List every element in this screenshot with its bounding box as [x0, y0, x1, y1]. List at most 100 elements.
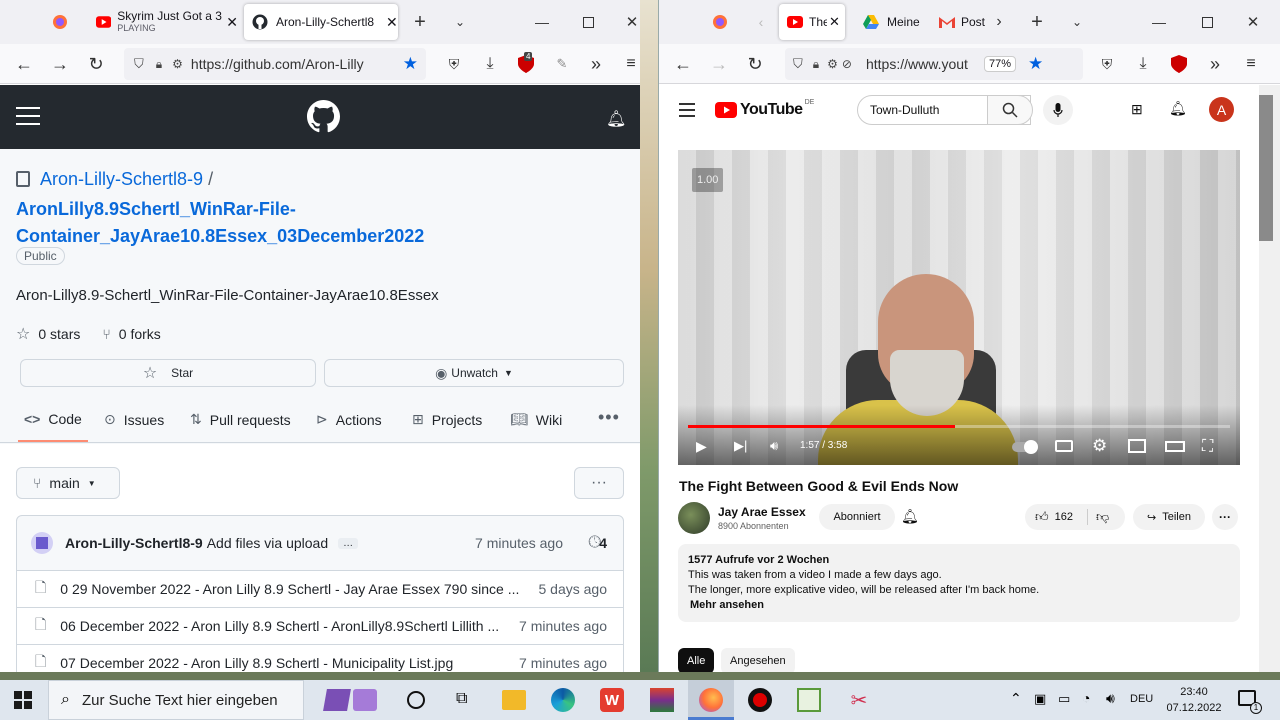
- app-menu-icon[interactable]: ≡: [622, 54, 640, 74]
- url-text[interactable]: https://www.yout: [866, 56, 976, 72]
- battery-icon[interactable]: ▭: [1058, 691, 1070, 707]
- new-tab-icon[interactable]: +: [1027, 4, 1047, 40]
- show-more-link[interactable]: Mehr ansehen: [690, 598, 1230, 613]
- branch-select-button[interactable]: ⑂ main ▼: [16, 467, 120, 499]
- chip-all[interactable]: Alle: [678, 648, 715, 672]
- share-button[interactable]: ↪ Teilen: [1133, 504, 1205, 530]
- downloads-icon[interactable]: ⤓: [480, 54, 500, 74]
- file-row[interactable]: 🗋︎ 07 December 2022 - Aron Lilly 8.9 Sch…: [16, 645, 624, 672]
- stars-count-link[interactable]: 0 stars: [38, 326, 80, 342]
- commit-author-link[interactable]: Aron-Lilly-Schertl8-9: [65, 535, 203, 551]
- tab-projects[interactable]: ⊞ Projects: [412, 411, 482, 428]
- more-nav-icon[interactable]: •••: [598, 407, 620, 428]
- file-name-link[interactable]: 0 29 November 2022 - Aron Lilly 8.9 Sche…: [60, 581, 519, 597]
- tab-pull-requests[interactable]: ⇅ Pull requests: [190, 411, 291, 428]
- subtitles-icon[interactable]: [1055, 440, 1073, 452]
- shield-icon[interactable]: ⛉: [793, 56, 803, 72]
- progress-bar[interactable]: [688, 425, 1230, 428]
- close-tab-icon[interactable]: ✕: [386, 14, 398, 31]
- clock[interactable]: 23:40 07.12.2022: [1166, 684, 1222, 716]
- firefox-view-icon[interactable]: [44, 4, 76, 40]
- maximize-icon[interactable]: [578, 4, 598, 40]
- app-menu-icon[interactable]: ≡: [1241, 54, 1261, 74]
- input-language[interactable]: DEU: [1130, 693, 1153, 705]
- file-row[interactable]: 🗋︎ 0 29 November 2022 - Aron Lilly 8.9 S…: [16, 571, 624, 608]
- minimize-icon[interactable]: —: [1149, 4, 1169, 40]
- zoom-level-button[interactable]: 77%: [983, 56, 1017, 72]
- taskbar-search-box[interactable]: ⌕ Zur Suche Text hier eingeben: [48, 680, 304, 720]
- bookmark-star-icon[interactable]: ★: [403, 54, 418, 74]
- video-description[interactable]: 1577 Aufrufe vor 2 Wochen This was taken…: [678, 544, 1240, 622]
- file-name-link[interactable]: 06 December 2022 - Aron Lilly 8.9 Schert…: [60, 618, 499, 634]
- tab-youtube-skyrim[interactable]: Skyrim Just Got a 3 PLAYING ✕: [88, 4, 238, 40]
- more-actions-icon[interactable]: ···: [1212, 504, 1238, 530]
- voice-search-button[interactable]: [1043, 95, 1073, 125]
- network-icon[interactable]: ◔: [1082, 690, 1090, 706]
- close-tab-icon[interactable]: ✕: [829, 14, 840, 30]
- notifications-bell-icon[interactable]: 🔔︎: [606, 109, 626, 129]
- wps-office-icon[interactable]: W: [600, 688, 624, 712]
- address-bar[interactable]: ⛉ 🔒︎ ⚙ ⊘ https://www.yout 77% ★: [785, 48, 1083, 80]
- tab-code[interactable]: <> Code: [24, 411, 82, 427]
- address-bar[interactable]: ⛉ 🔒︎ ⚙ https://github.com/Aron-Lilly ★: [124, 48, 426, 80]
- repo-owner-link[interactable]: Aron-Lilly-Schertl8-9: [40, 169, 203, 189]
- shield-icon[interactable]: ⛉: [134, 56, 144, 72]
- tab-youtube[interactable]: The ✕: [779, 4, 845, 40]
- tray-app-icon[interactable]: ▣: [1034, 691, 1046, 707]
- more-actions-button[interactable]: ···: [574, 467, 624, 499]
- recorder-icon[interactable]: [748, 688, 772, 712]
- winrar-icon[interactable]: [650, 688, 674, 712]
- forward-icon[interactable]: →: [709, 54, 729, 74]
- show-hidden-icons-chevron[interactable]: ⌃: [1010, 690, 1022, 707]
- search-button[interactable]: [987, 95, 1033, 125]
- back-icon[interactable]: ←: [14, 54, 34, 74]
- notification-bell-filled-icon[interactable]: 🔔︎: [901, 508, 919, 525]
- unwatch-button[interactable]: ◉ Unwatch ▼: [324, 359, 624, 387]
- right-scrollbar[interactable]: [1259, 85, 1280, 672]
- file-explorer-icon[interactable]: [502, 690, 526, 710]
- star-button[interactable]: ☆ Star: [20, 359, 316, 387]
- scroll-tabs-right-icon[interactable]: ›: [991, 4, 1007, 40]
- tab-list-chevron-icon[interactable]: ⌄: [1067, 4, 1087, 40]
- avatar[interactable]: A: [1209, 97, 1234, 122]
- github-logo-icon[interactable]: [307, 100, 340, 133]
- snipping-tool-icon[interactable]: ✂: [846, 688, 872, 712]
- close-window-icon[interactable]: ✕: [624, 4, 640, 40]
- tab-github[interactable]: Aron-Lilly-Schertl8 ✕: [244, 4, 398, 40]
- miniplayer-icon[interactable]: [1128, 439, 1146, 453]
- minimize-icon[interactable]: —: [532, 4, 552, 40]
- notepad-chart-icon[interactable]: [797, 688, 821, 712]
- file-name-link[interactable]: 07 December 2022 - Aron Lilly 8.9 Schert…: [60, 655, 453, 671]
- next-video-icon[interactable]: ▶|: [734, 438, 747, 454]
- maximize-icon[interactable]: [1197, 4, 1217, 40]
- close-window-icon[interactable]: ✕: [1243, 4, 1263, 40]
- new-tab-icon[interactable]: +: [408, 4, 432, 40]
- search-query[interactable]: Town-Dulluth: [870, 103, 939, 117]
- reload-icon[interactable]: ↻: [745, 54, 765, 74]
- fullscreen-icon[interactable]: ⛶: [1202, 438, 1213, 456]
- ublock-extension-icon[interactable]: [1169, 54, 1189, 74]
- expand-commit-button[interactable]: …: [338, 537, 359, 549]
- channel-avatar[interactable]: [678, 502, 710, 534]
- theater-mode-icon[interactable]: [1165, 441, 1185, 452]
- tab-issues[interactable]: ⊙ Issues: [104, 411, 164, 428]
- forks-count-link[interactable]: 0 forks: [119, 326, 161, 342]
- settings-gear-icon[interactable]: ⚙: [1092, 436, 1107, 456]
- dislike-icon[interactable]: 👎︎: [1096, 509, 1109, 525]
- cortana-circle-icon[interactable]: [407, 691, 425, 709]
- overflow-chevrons-icon[interactable]: »: [586, 54, 606, 74]
- firefox-view-icon[interactable]: [707, 4, 733, 40]
- task-view-icon[interactable]: ⧉: [456, 690, 467, 708]
- pocket-icon[interactable]: ⛨: [444, 54, 464, 74]
- lock-icon[interactable]: 🔒︎: [813, 57, 819, 72]
- pocket-icon[interactable]: ⛨: [1097, 54, 1117, 74]
- firefox-taskbar-button[interactable]: [688, 680, 734, 720]
- like-icon[interactable]: 👍︎: [1035, 509, 1049, 525]
- tab-wiki[interactable]: 📖︎ Wiki: [510, 411, 562, 428]
- avatar[interactable]: [31, 532, 53, 554]
- lock-icon[interactable]: 🔒︎: [156, 57, 162, 72]
- repo-name-link[interactable]: AronLilly8.9Schertl_WinRar-File- Contain…: [16, 196, 424, 250]
- create-video-icon[interactable]: ⊞: [1131, 101, 1143, 118]
- bookmark-star-icon[interactable]: ★: [1028, 54, 1043, 74]
- extension-icon[interactable]: ✎: [552, 54, 572, 74]
